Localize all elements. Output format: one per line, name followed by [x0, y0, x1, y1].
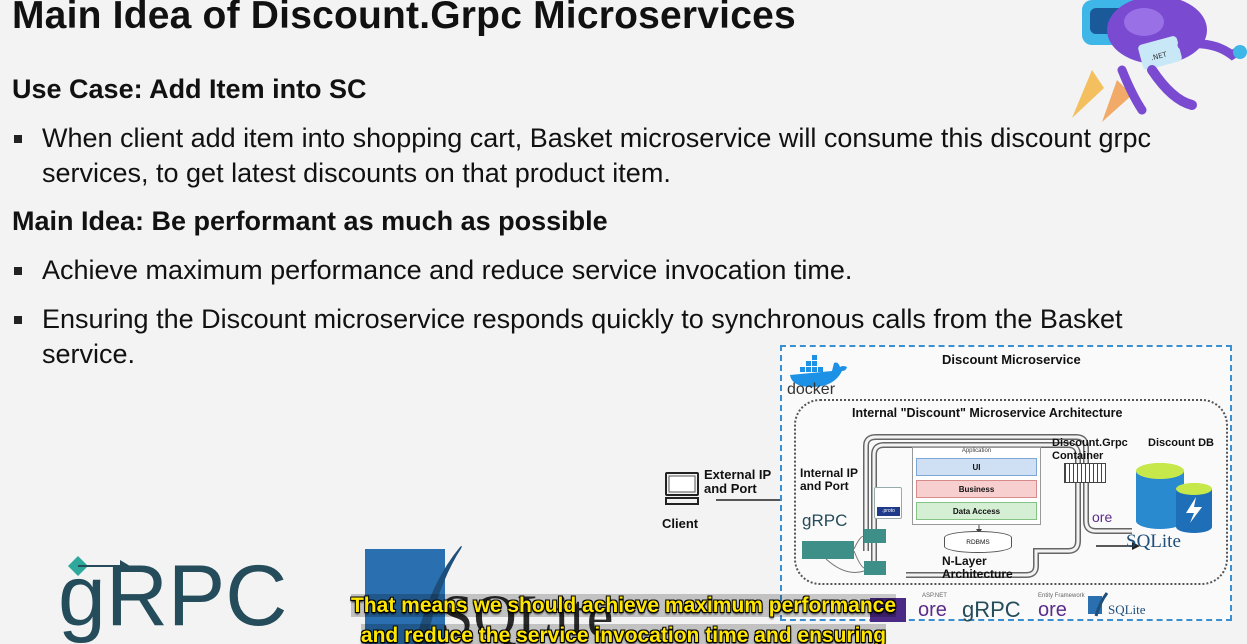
layers-box: Application UI Business Data Access	[912, 447, 1041, 525]
diagram-title: Discount Microservice	[942, 352, 1081, 367]
subtitle-text-1: That means we should achieve maximum per…	[350, 594, 896, 617]
bullet-marker	[14, 135, 22, 143]
sqlite-small-logo: SQLite	[1126, 531, 1181, 552]
subtitle-line-1: That means we should achieve maximum per…	[0, 594, 1247, 618]
proto-label: .proto	[877, 507, 900, 516]
bullet-text: When client add item into shopping cart,…	[42, 123, 1151, 188]
slide-title: Main Idea of Discount.Grpc Microservices	[12, 0, 796, 37]
n-layer-label: N-Layer Architecture	[942, 554, 1013, 581]
main-idea-heading: Main Idea: Be performant as much as poss…	[12, 206, 608, 236]
client-computer-icon	[665, 472, 699, 505]
bullet-marker	[14, 267, 22, 275]
subtitle-text-2: and reduce the service invocation time a…	[360, 624, 887, 644]
use-case-heading: Use Case: Add Item into SC	[12, 74, 367, 104]
grpc-small-logo: gRPC	[802, 511, 848, 530]
discount-db-icon	[1136, 463, 1212, 533]
bullet-item: Achieve maximum performance and reduce s…	[12, 253, 1212, 288]
core-small-logo: ore	[1092, 509, 1113, 525]
layer-ui: UI	[916, 458, 1037, 476]
discount-db-label: Discount DB	[1148, 437, 1214, 449]
bullet-marker	[14, 316, 22, 324]
dotnet-bot-mascot-icon: .NET	[1072, 0, 1247, 122]
discount-microservice-diagram: Discount Microservice docker Internal "D…	[780, 345, 1232, 621]
container-icon	[1064, 463, 1106, 483]
rdbms-cylinder: RDBMS	[944, 531, 1012, 553]
layer-business: Business	[916, 480, 1037, 498]
external-ip-label: External IP and Port	[704, 467, 772, 496]
bullet-text: Achieve maximum performance and reduce s…	[42, 255, 853, 285]
bullet-item: When client add item into shopping cart,…	[12, 121, 1212, 191]
client-label: Client	[662, 516, 699, 531]
container-label: Discount.Grpc Container	[1052, 437, 1128, 462]
subtitle-line-2: and reduce the service invocation time a…	[0, 624, 1247, 644]
internal-ip-label: Internal IP and Port	[800, 466, 859, 493]
internal-architecture-box: Internal "Discount" Microservice Archite…	[794, 399, 1228, 585]
docker-label: docker	[787, 381, 836, 398]
layers-caption: Application	[961, 448, 992, 454]
proto-file-icon: .proto	[874, 487, 902, 519]
layer-data-access: Data Access	[916, 502, 1037, 520]
